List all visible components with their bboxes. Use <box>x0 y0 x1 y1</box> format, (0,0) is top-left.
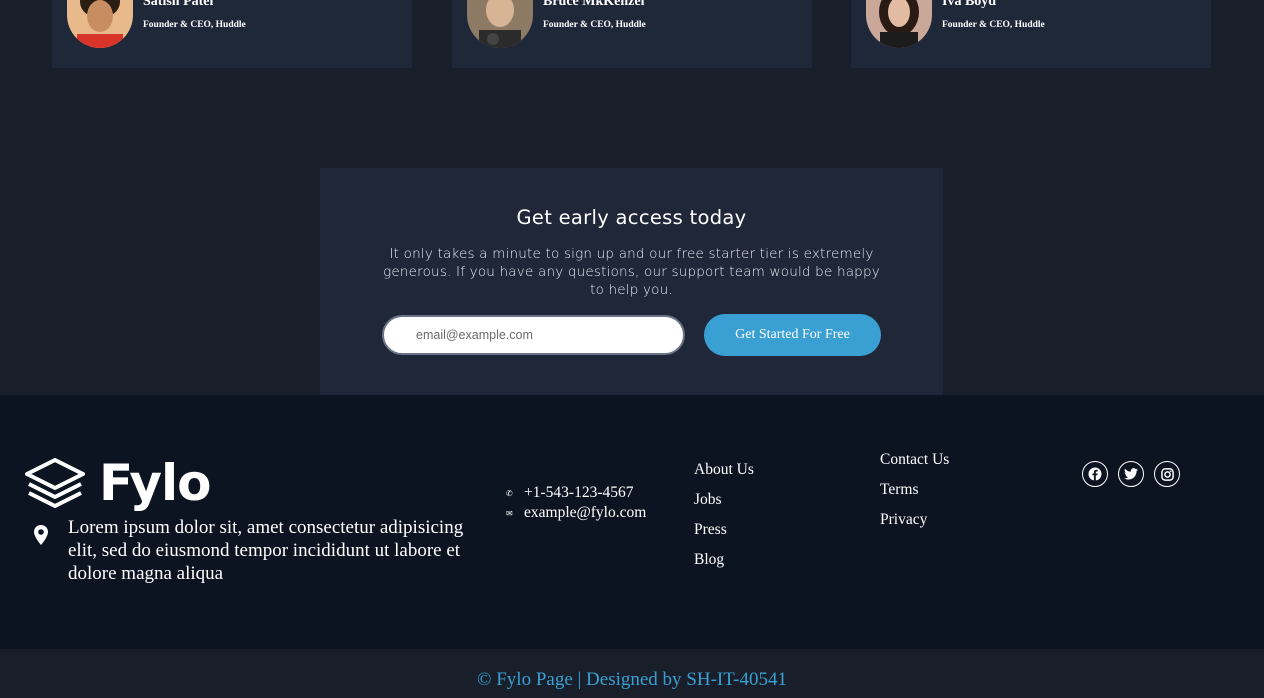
footer-link-terms[interactable]: Terms <box>880 479 949 509</box>
footer-link-blog[interactable]: Blog <box>694 549 754 579</box>
location-pin-icon <box>34 525 48 550</box>
testimonial-card: Iva Boyd Founder & CEO, Huddle <box>851 0 1211 68</box>
mail-icon: ✉ <box>506 508 513 518</box>
address-text: Lorem ipsum dolor sit, amet consectetur … <box>68 517 464 584</box>
facebook-icon[interactable] <box>1082 461 1108 487</box>
cta-title: Get early access today <box>516 206 747 229</box>
avatar <box>67 0 133 48</box>
contact-info: ✆ +1-543-123-4567 ✉ example@fylo.com <box>506 483 646 523</box>
early-access-panel: Get early access today It only takes a m… <box>320 168 943 395</box>
copyright-bar: © Fylo Page | Designed by SH-IT-40541 <box>0 649 1264 698</box>
twitter-icon[interactable] <box>1118 461 1144 487</box>
phone-number[interactable]: +1-543-123-4567 <box>524 484 633 502</box>
get-started-button[interactable]: Get Started For Free <box>704 314 881 356</box>
testimonial-name: Satish Patel <box>143 0 214 9</box>
avatar <box>467 0 533 48</box>
email-address[interactable]: example@fylo.com <box>524 504 646 522</box>
footer: Fylo Lorem ipsum dolor sit, amet consect… <box>0 395 1264 649</box>
logo-text: Fylo <box>99 454 212 512</box>
footer-link-jobs[interactable]: Jobs <box>694 489 754 519</box>
testimonials-section: Satish Patel Founder & CEO, Huddle Bruce… <box>0 0 1264 395</box>
footer-link-contact[interactable]: Contact Us <box>880 449 949 479</box>
email-input[interactable] <box>382 315 685 355</box>
testimonial-role: Founder & CEO, Huddle <box>143 20 246 30</box>
testimonial-name: Bruce MkKenzel <box>543 0 645 9</box>
testimonial-card: Satish Patel Founder & CEO, Huddle <box>52 0 412 68</box>
social-links <box>1082 461 1180 487</box>
testimonial-name: Iva Boyd <box>942 0 997 9</box>
footer-link-press[interactable]: Press <box>694 519 754 549</box>
footer-link-privacy[interactable]: Privacy <box>880 509 949 539</box>
instagram-icon[interactable] <box>1154 461 1180 487</box>
testimonial-card: Bruce MkKenzel Founder & CEO, Huddle <box>452 0 812 68</box>
avatar <box>866 0 932 48</box>
fylo-logo[interactable]: Fylo <box>25 454 212 512</box>
testimonial-role: Founder & CEO, Huddle <box>543 20 646 30</box>
testimonial-role: Founder & CEO, Huddle <box>942 20 1045 30</box>
footer-links-column-2: Contact Us Terms Privacy <box>880 449 949 539</box>
copyright-text: © Fylo Page | Designed by SH-IT-40541 <box>477 669 787 690</box>
footer-link-about[interactable]: About Us <box>694 459 754 489</box>
phone-icon: ✆ <box>506 488 513 498</box>
footer-links-column-1: About Us Jobs Press Blog <box>694 459 754 579</box>
layers-logo-icon <box>25 458 85 508</box>
cta-description: It only takes a minute to sign up and ou… <box>383 246 880 298</box>
